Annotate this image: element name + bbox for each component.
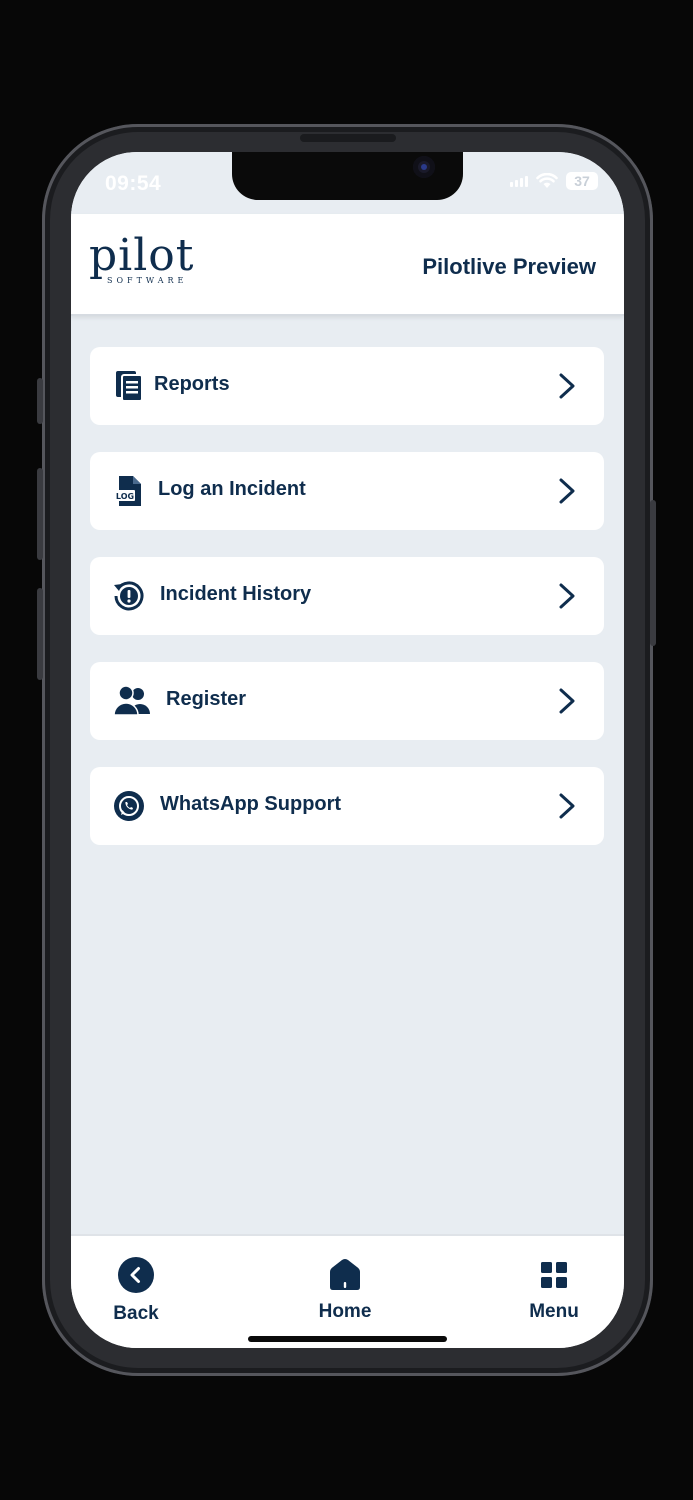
chevron-right-icon: [559, 688, 575, 714]
menu-item-label: Log an Incident: [158, 478, 306, 500]
logo-subtext: SOFTWARE: [107, 276, 188, 285]
grid-menu-icon: [541, 1262, 567, 1288]
volume-up-button: [37, 468, 43, 560]
menu-item-label: WhatsApp Support: [160, 793, 342, 815]
wifi-icon: [536, 173, 558, 188]
page-title: Pilotlive Preview: [422, 254, 596, 279]
document-icon: [116, 371, 143, 402]
chevron-right-icon: [559, 583, 575, 609]
nav-back-button[interactable]: Back: [81, 1256, 191, 1325]
status-time: 09:54: [105, 172, 162, 195]
nav-menu-label: Menu: [529, 1301, 579, 1322]
volume-down-button: [37, 588, 43, 680]
front-camera: [413, 156, 435, 178]
nav-home-label: Home: [318, 1301, 372, 1322]
users-icon: [113, 685, 150, 716]
home-indicator: [248, 1336, 447, 1342]
nav-home-button[interactable]: Home: [290, 1256, 400, 1323]
menu-item-log-incident[interactable]: LOG Log an Incident: [90, 452, 604, 530]
menu-item-label: Reports: [154, 373, 230, 395]
battery-icon: 37: [566, 172, 598, 190]
menu-item-whatsapp-support[interactable]: WhatsApp Support: [90, 767, 604, 845]
signal-icon: [510, 175, 528, 187]
home-icon: [330, 1259, 360, 1290]
app-screen: 09:54 37 pilot SOFTWARE Pilotlive Previe…: [71, 152, 624, 1348]
whatsapp-icon: [114, 791, 144, 821]
pilot-logo: pilot SOFTWARE: [89, 230, 195, 286]
menu-item-label: Incident History: [160, 583, 312, 605]
power-button: [650, 500, 656, 646]
bottom-navigation: Back Home Menu: [71, 1234, 624, 1348]
menu-item-register[interactable]: Register: [90, 662, 604, 740]
log-file-icon: LOG: [115, 476, 141, 506]
svg-text:LOG: LOG: [116, 492, 134, 501]
status-bar: 09:54 37: [71, 152, 624, 214]
logo-wordmark: pilot: [89, 230, 195, 281]
menu-item-label: Register: [166, 688, 247, 710]
nav-back-label: Back: [113, 1303, 159, 1324]
status-indicators: 37: [510, 172, 598, 190]
camera-notch: [232, 152, 463, 200]
history-alert-icon: [114, 581, 144, 611]
app-header: pilot SOFTWARE Pilotlive Preview: [71, 214, 624, 316]
chevron-right-icon: [559, 793, 575, 819]
chevron-right-icon: [559, 478, 575, 504]
menu-list: Reports LOG Log an Incident Incident His…: [90, 347, 604, 872]
back-arrow-icon: [118, 1257, 154, 1293]
silent-switch: [37, 378, 43, 424]
menu-item-reports[interactable]: Reports: [90, 347, 604, 425]
nav-menu-button[interactable]: Menu: [499, 1256, 609, 1323]
menu-item-incident-history[interactable]: Incident History: [90, 557, 604, 635]
speaker-grille: [300, 134, 396, 142]
chevron-right-icon: [559, 373, 575, 399]
